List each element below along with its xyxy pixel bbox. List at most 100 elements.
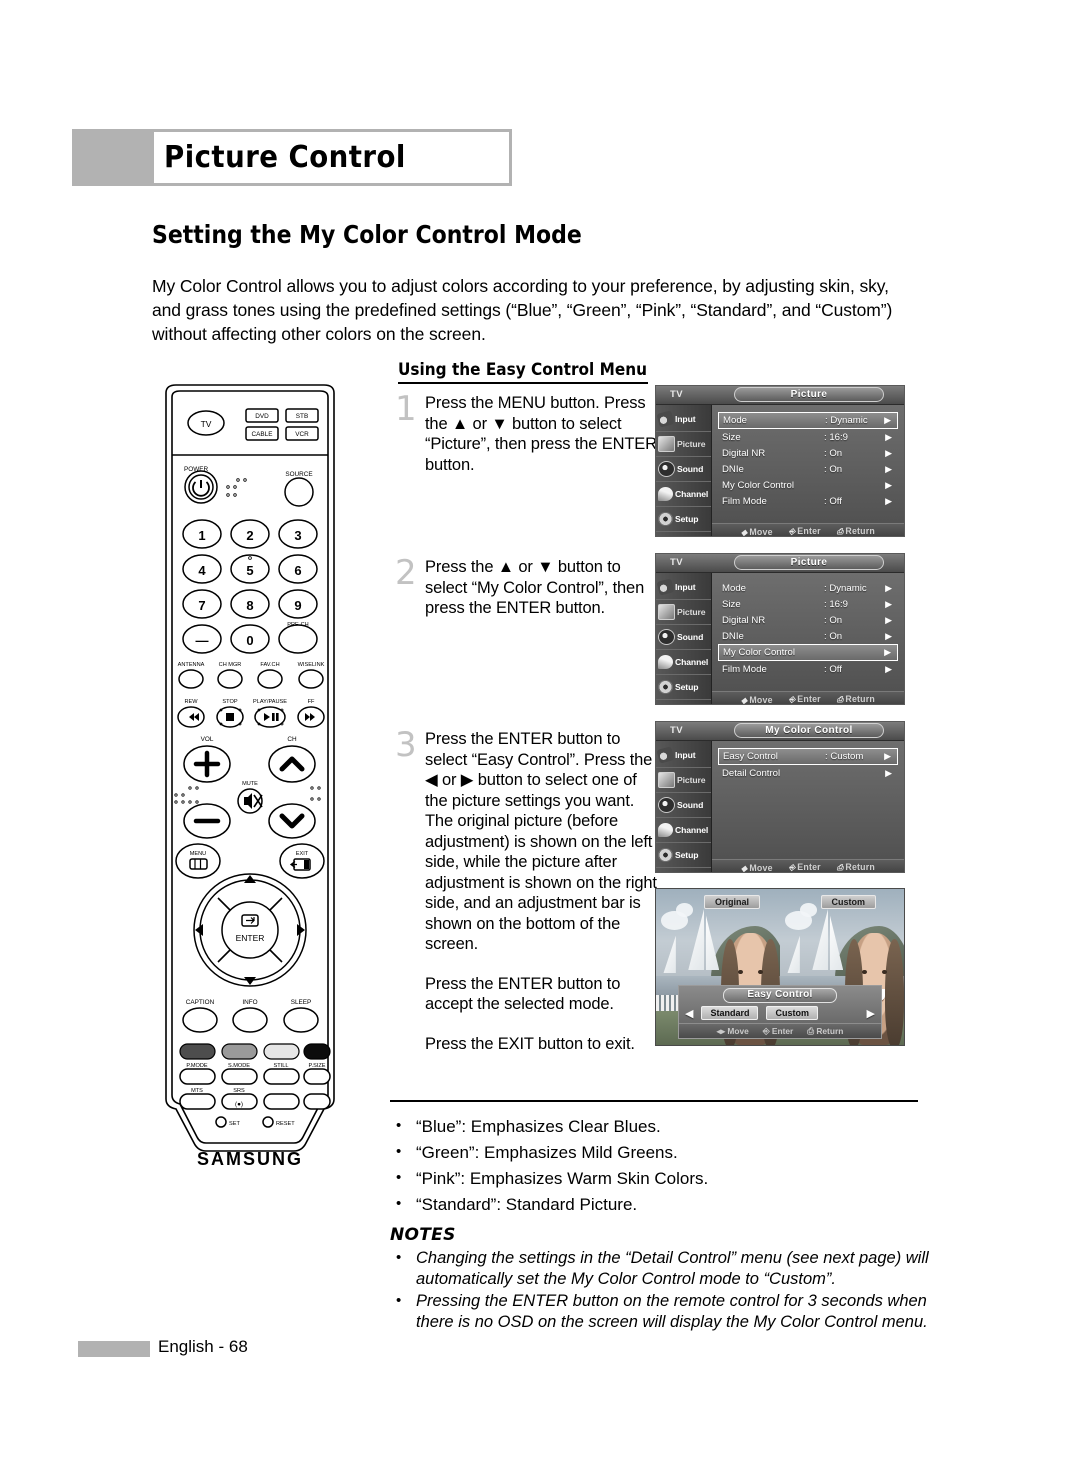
easy-control-bar-title: Easy Control [723, 988, 837, 1003]
notes-title: NOTES [390, 1225, 456, 1245]
osd-2-row-digital-nr[interactable]: Digital NR : On ▶ [718, 612, 898, 628]
osd-2-sidebar-input[interactable]: Input [656, 575, 711, 600]
osd-screen-my-color-control: TV My Color Control Input Picture Sound … [655, 721, 905, 873]
osd-3-sidebar-setup[interactable]: Setup [656, 843, 711, 868]
osd-2-row-my-color-control[interactable]: My Color Control ▶ [718, 644, 898, 661]
osd-1-row-size[interactable]: Size : 16:9 ▶ [718, 429, 898, 445]
osd-2-row-size-label: Size [722, 598, 741, 610]
picture-tv-icon [658, 772, 675, 788]
notes-section: NOTES Changing the settings in the “Deta… [390, 1225, 935, 1334]
osd-2-sidebar-setup[interactable]: Setup [656, 675, 711, 700]
osd-1-row-film-mode[interactable]: Film Mode : Off ▶ [718, 493, 898, 509]
osd-2-sidebar-picture[interactable]: Picture [656, 600, 711, 625]
step-3-text-2: Press the ENTER button to accept the sel… [425, 974, 621, 1014]
remote-ch-label: CH [287, 736, 297, 743]
easy-control-chip-standard[interactable]: Standard [701, 1006, 759, 1020]
osd-2-row-film-mode[interactable]: Film Mode : Off ▶ [718, 661, 898, 677]
osd-2-sidebar-sound[interactable]: Sound [656, 625, 711, 650]
remote-num-9: 9 [294, 598, 301, 613]
remote-num-8: 8 [246, 598, 253, 613]
osd-3-sidebar-input[interactable]: Input [656, 743, 711, 768]
osd-2-row-mode[interactable]: Mode : Dynamic ▶ [718, 580, 898, 596]
antenna-input-icon [656, 410, 675, 428]
osd-1-footer-move: ◆ Move [741, 526, 773, 537]
bullet-green: “Green”: Emphasizes Mild Greens. [390, 1139, 930, 1166]
osd-2-footer-move: ◆ Move [741, 694, 773, 705]
osd-2-row-dnie[interactable]: DNIe : On ▶ [718, 628, 898, 644]
osd-3-main: Input Picture Sound Channel Setup Easy C… [656, 741, 904, 872]
remote-info-label: INFO [242, 999, 257, 1006]
remote-key-dark-gray [179, 1043, 216, 1060]
osd-3-sidebar-setup-label: Setup [675, 850, 699, 860]
intro-paragraph: My Color Control allows you to adjust co… [152, 276, 893, 344]
osd-1-row-dnie-label: DNIe [722, 463, 744, 475]
osd-1-row-mode-label: Mode [723, 415, 747, 426]
osd-1-sidebar-picture[interactable]: Picture [656, 432, 711, 457]
speaker-sound-icon [658, 461, 675, 477]
remote-psize-label: P.SIZE [309, 1063, 326, 1069]
osd-2-topbar: TV Picture [656, 554, 904, 573]
osd-2-row-size[interactable]: Size : 16:9 ▶ [718, 596, 898, 612]
remote-srs-label: SRS [233, 1088, 245, 1094]
osd-3-row-easy-control[interactable]: Easy Control : Custom ▶ [718, 748, 898, 765]
easy-control-footer-return: ⎙ Return [807, 1025, 844, 1036]
easy-control-chip-row: ◀ Standard Custom ▶ [679, 1006, 881, 1023]
osd-1-row-dnie[interactable]: DNIe : On ▶ [718, 461, 898, 477]
step-3-text-1: Press the ENTER button to select “Easy C… [425, 730, 657, 953]
step-3-text-3: Press the EXIT button to exit. [425, 1034, 635, 1053]
remote-menu-label: MENU [190, 851, 206, 857]
osd-1-row-my-color-control[interactable]: My Color Control ▶ [718, 477, 898, 493]
remote-vol-label: VOL [201, 736, 214, 743]
easy-control-adjustment-bar: Easy Control ◀ Standard Custom ▶ ◂▸ Move… [678, 985, 882, 1039]
osd-2-sidebar-picture-label: Picture [677, 607, 706, 617]
remote-num-4: 4 [198, 563, 206, 578]
remote-smode-label: S.MODE [228, 1063, 250, 1069]
osd-2-row-film-mode-value: : Off [824, 663, 842, 675]
osd-1-row-film-mode-value: : Off [824, 495, 842, 507]
osd-2-sidebar-setup-label: Setup [675, 682, 699, 692]
osd-3-sidebar-picture[interactable]: Picture [656, 768, 711, 793]
osd-2-sidebar-channel[interactable]: Channel [656, 650, 711, 675]
osd-2-row-digital-nr-value: : On [824, 614, 843, 626]
remote-num-1: 1 [198, 528, 205, 543]
osd-3-title: My Color Control [765, 725, 853, 736]
osd-2-row-dnie-label: DNIe [722, 630, 744, 642]
osd-1-tv-label: TV [670, 389, 684, 400]
page-header-box: Picture Control [154, 132, 509, 183]
easy-control-bar-footer: ◂▸ Move ⎆ Enter ⎙ Return [679, 1023, 881, 1038]
chevron-right-icon: ▶ [885, 463, 892, 474]
remote-tv-label: TV [201, 419, 212, 429]
osd-3-title-pill: My Color Control [734, 723, 884, 738]
osd-3-topbar: TV My Color Control [656, 722, 904, 741]
osd-3-row-detail-control[interactable]: Detail Control ▶ [718, 765, 898, 781]
osd-3-sidebar-picture-label: Picture [677, 775, 706, 785]
preview-tag-custom: Custom [820, 895, 876, 909]
bullets-ul: “Blue”: Emphasizes Clear Blues. “Green”:… [390, 1113, 930, 1218]
osd-1-sidebar-channel[interactable]: Channel [656, 482, 711, 507]
caret-right-icon[interactable]: ▶ [867, 1007, 875, 1020]
caret-left-icon[interactable]: ◀ [685, 1007, 693, 1020]
osd-1-sidebar-sound[interactable]: Sound [656, 457, 711, 482]
osd-1-footer-enter: ⎆ Enter [788, 526, 821, 536]
remote-wiselink-label: WISELINK [298, 662, 325, 668]
remote-favch-label: FAV.CH [260, 662, 279, 668]
osd-3-sidebar-channel[interactable]: Channel [656, 818, 711, 843]
osd-screen-picture-2: TV Picture Input Picture Sound Channel S… [655, 553, 905, 705]
osd-2-sidebar-channel-label: Channel [675, 657, 709, 667]
easy-control-chip-custom[interactable]: Custom [766, 1006, 818, 1020]
osd-1-footer-return: ⎙ Return [836, 526, 875, 536]
osd-2-main: Input Picture Sound Channel Setup Mode:… [656, 573, 904, 705]
osd-1-sidebar-setup[interactable]: Setup [656, 507, 711, 532]
notes-ul: Changing the settings in the “Detail Con… [390, 1247, 935, 1333]
osd-1-row-mode[interactable]: Mode : Dynamic ▶ [718, 412, 898, 429]
bullets-top-rule [390, 1100, 918, 1102]
remote-sleep-label: SLEEP [291, 999, 312, 1006]
osd-1-row-film-mode-label: Film Mode [722, 495, 767, 507]
osd-1-row-mode-value: : Dynamic [825, 415, 868, 426]
osd-2-row-mode-value: : Dynamic [824, 582, 867, 594]
osd-2-row-my-color-control-label: My Color Control [723, 647, 795, 658]
remote-exit-label: EXIT [296, 851, 309, 857]
osd-3-sidebar-sound[interactable]: Sound [656, 793, 711, 818]
osd-1-row-digital-nr[interactable]: Digital NR : On ▶ [718, 445, 898, 461]
osd-1-sidebar-input[interactable]: Input [656, 407, 711, 432]
